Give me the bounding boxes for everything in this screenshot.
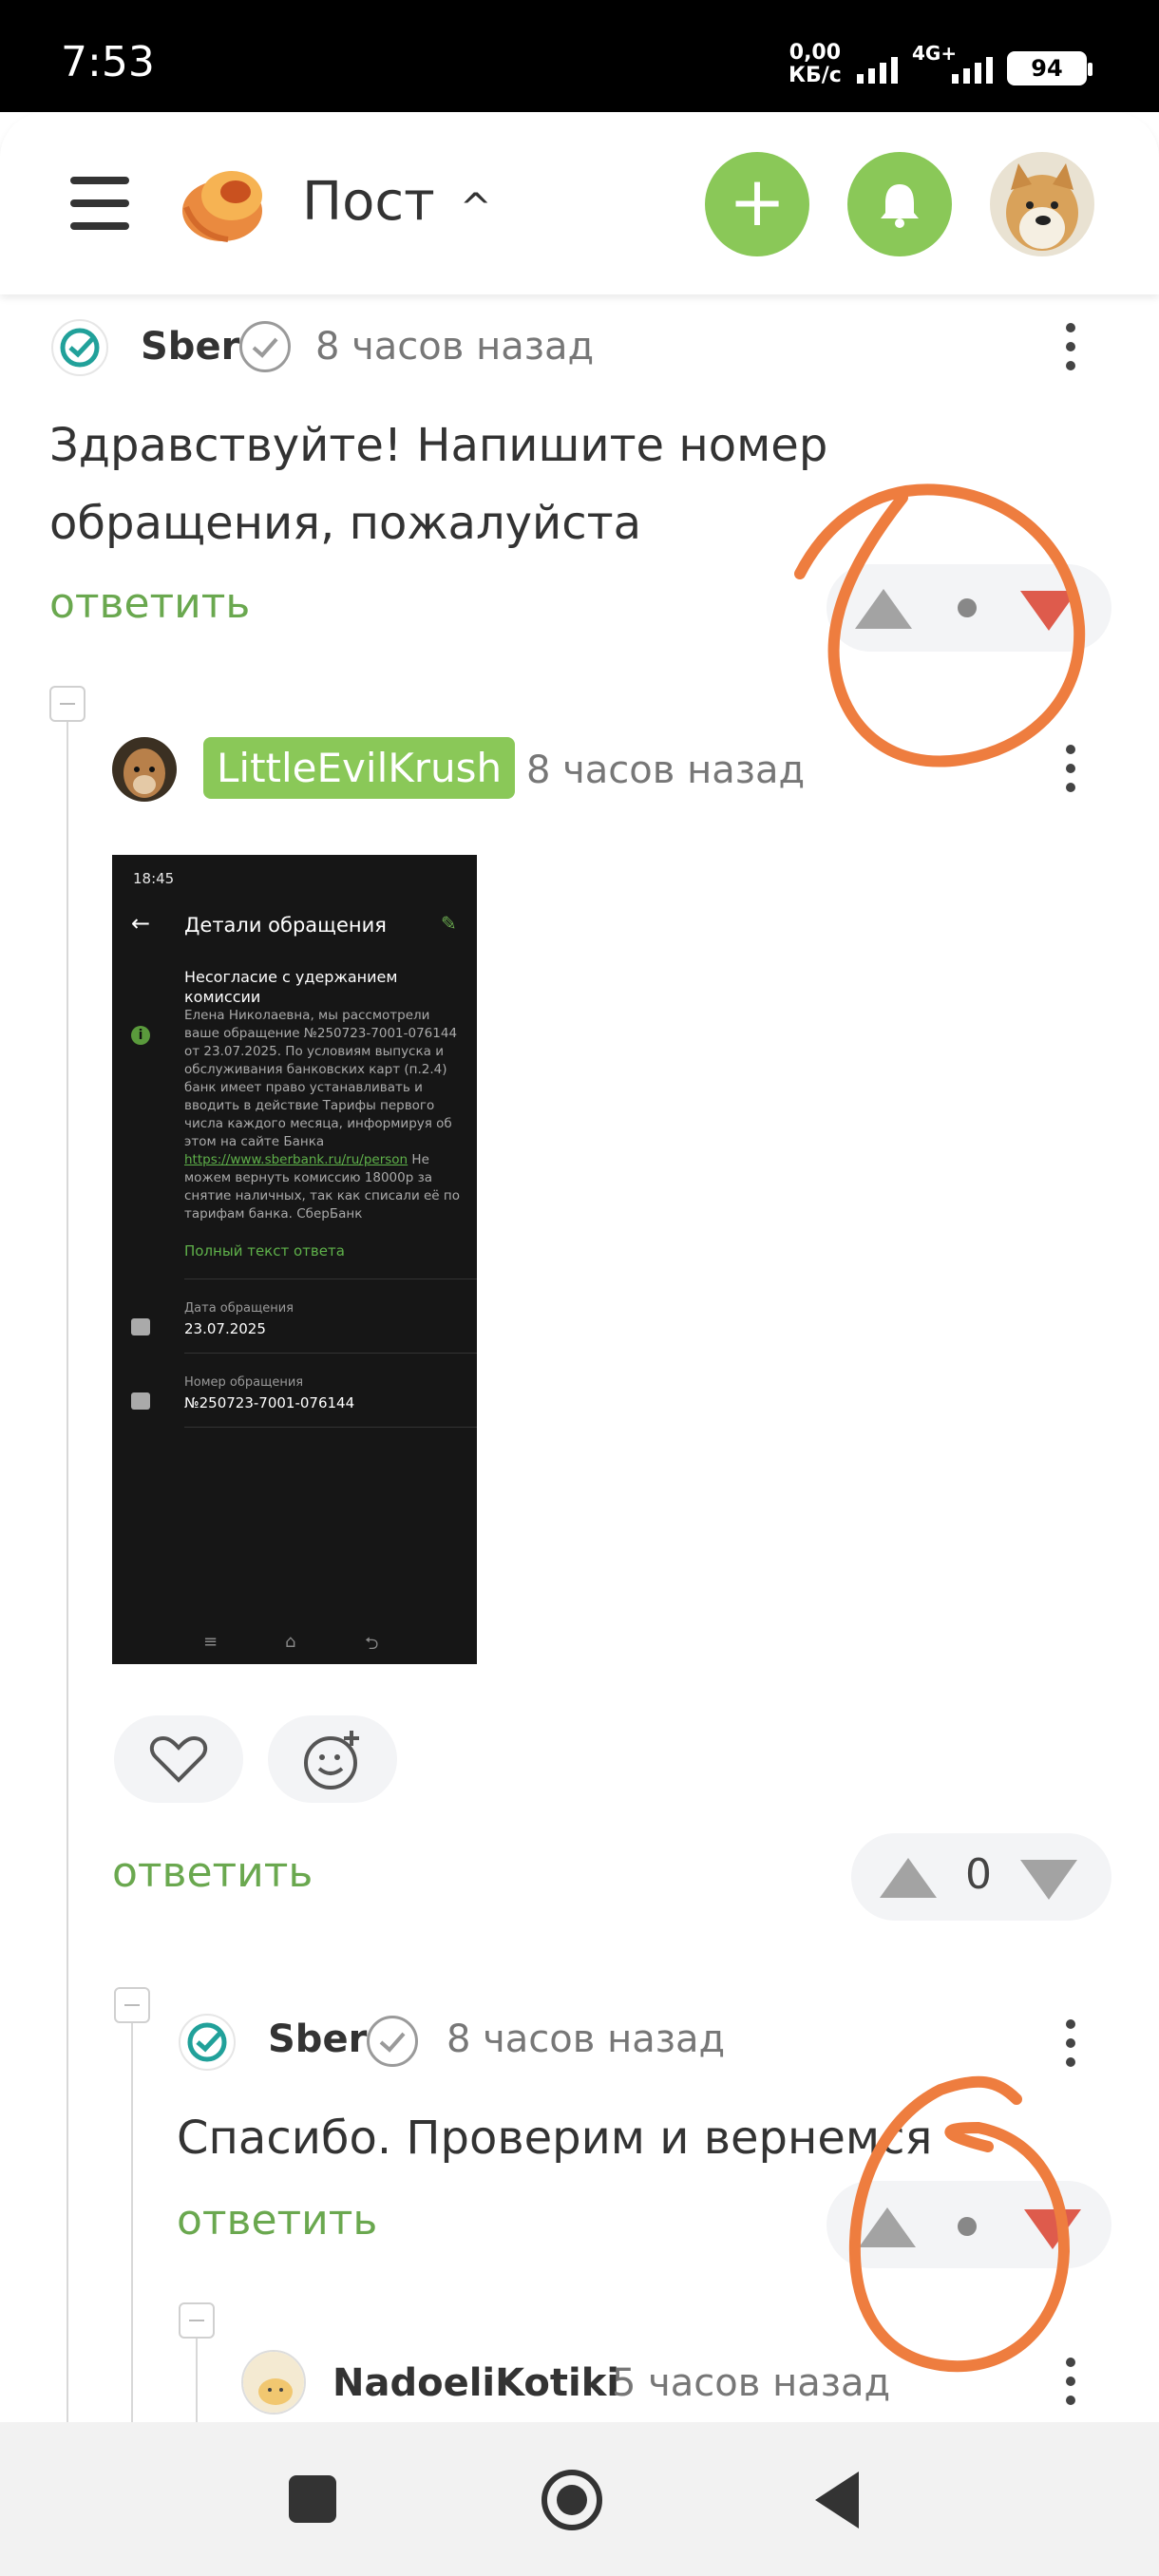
recent-apps-button[interactable] [289, 2475, 336, 2523]
comments-feed[interactable]: Sber 8 часов назад Здравствуйте! Напишит… [0, 294, 1159, 2422]
speed-unit: КБ/с [788, 64, 842, 87]
back-button[interactable] [815, 2472, 859, 2529]
pikabu-logo[interactable] [179, 161, 270, 245]
top-app-bar: Пост ^ + [0, 112, 1159, 294]
add-post-button[interactable]: + [705, 152, 809, 256]
notifications-button[interactable] [847, 152, 952, 256]
bell-icon [881, 184, 919, 228]
battery-icon: 94 [1007, 51, 1092, 85]
status-bar: 7:53 0,00 КБ/с 4G+ 94 [0, 0, 1159, 112]
chevron-up-icon[interactable]: ^ [460, 186, 492, 230]
signal-icon [857, 46, 898, 84]
annotation-overlay [794, 483, 1086, 2373]
speed-value: 0,00 [788, 41, 842, 65]
home-button[interactable] [542, 2470, 602, 2530]
user-avatar[interactable] [990, 152, 1094, 256]
system-nav-bar [0, 2422, 1159, 2576]
doge-avatar-image [990, 152, 1094, 256]
page-title[interactable]: Пост [302, 171, 435, 233]
network-type: 4G+ [912, 42, 958, 65]
status-time: 7:53 [61, 38, 155, 86]
hamburger-icon[interactable] [70, 177, 129, 230]
network-speed: 0,00 КБ/с [788, 42, 842, 87]
signal-icon-2 [952, 46, 993, 84]
